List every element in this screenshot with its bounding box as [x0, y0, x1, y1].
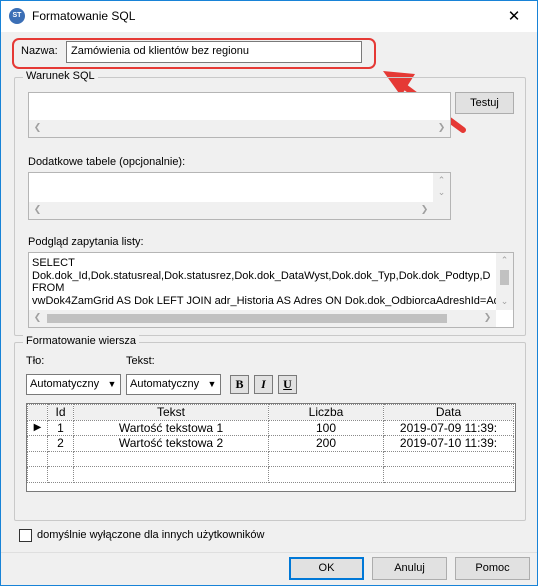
- title-bar[interactable]: ST Formatowanie SQL ✕: [1, 1, 537, 32]
- italic-button[interactable]: I: [254, 375, 273, 394]
- table-row[interactable]: 2 Wartość tekstowa 2 200 2019-07-10 11:3…: [27, 435, 514, 452]
- scroll-thumb[interactable]: [47, 314, 447, 323]
- button-bar: OK Anuluj Pomoc: [1, 552, 537, 585]
- preview-line: vwDok4ZamGrid AS Dok LEFT JOIN adr_Histo…: [32, 294, 502, 307]
- scroll-up-icon[interactable]: ⌃: [433, 175, 450, 186]
- cell-tekst[interactable]: Wartość tekstowa 2: [73, 435, 269, 452]
- row-indicator: [27, 435, 48, 452]
- text-color-label: Tekst:: [126, 355, 155, 367]
- cell-id[interactable]: 1: [47, 419, 74, 436]
- cell-liczba[interactable]: 200: [268, 435, 384, 452]
- help-button[interactable]: Pomoc: [455, 557, 530, 580]
- horizontal-scrollbar[interactable]: ❮ ❯: [29, 202, 450, 219]
- horizontal-scrollbar[interactable]: ❮ ❯: [29, 120, 450, 137]
- extra-tables-editor[interactable]: ⌃ ⌄ ❮ ❯: [28, 172, 451, 220]
- query-preview[interactable]: SELECT Dok.dok_Id,Dok.statusreal,Dok.sta…: [28, 252, 514, 328]
- query-preview-text: SELECT Dok.dok_Id,Dok.statusreal,Dok.sta…: [32, 257, 502, 307]
- table-row-empty: [27, 450, 514, 467]
- default-disabled-checkbox[interactable]: [19, 529, 32, 542]
- text-color-select[interactable]: Automatyczny ▼: [126, 374, 221, 395]
- chevron-down-icon[interactable]: ▼: [206, 378, 218, 391]
- background-label: Tło:: [26, 355, 45, 367]
- scroll-up-icon[interactable]: ⌃: [496, 255, 513, 266]
- scroll-thumb[interactable]: [500, 270, 509, 285]
- default-disabled-label[interactable]: domyślnie wyłączone dla innych użytkowni…: [37, 529, 264, 541]
- bold-button[interactable]: B: [230, 375, 249, 394]
- preview-line: Dok.dok_Id,Dok.statusreal,Dok.statusrez,…: [32, 269, 491, 282]
- preview-line: FROM: [32, 282, 65, 294]
- column-header-liczba[interactable]: Liczba: [268, 404, 384, 421]
- cell-data[interactable]: 2019-07-10 11:39:: [383, 435, 514, 452]
- background-color-value: Automatyczny: [30, 378, 100, 390]
- scroll-right-icon[interactable]: ❯: [416, 204, 433, 215]
- name-input[interactable]: Zamówienia od klientów bez regionu: [66, 41, 362, 63]
- cell-tekst[interactable]: Wartość tekstowa 1: [73, 419, 269, 436]
- text-color-value: Automatyczny: [130, 378, 200, 390]
- table-row-empty: [27, 466, 514, 483]
- preview-line: SELECT: [32, 257, 75, 269]
- vertical-scrollbar[interactable]: ⌃ ⌄: [496, 253, 513, 310]
- vertical-scrollbar[interactable]: ⌃ ⌄: [433, 173, 450, 202]
- column-header-id[interactable]: Id: [47, 404, 74, 421]
- scroll-left-icon[interactable]: ❮: [29, 204, 46, 215]
- cell-data[interactable]: 2019-07-09 11:39:: [383, 419, 514, 436]
- chevron-down-icon[interactable]: ▼: [106, 378, 118, 391]
- dialog-content: Nazwa: Zamówienia od klientów bez region…: [1, 32, 537, 585]
- table-header-row: Id Tekst Liczba Data: [27, 404, 514, 421]
- sql-condition-title: Warunek SQL: [23, 70, 98, 82]
- preview-label: Podgląd zapytania listy:: [28, 236, 144, 248]
- indicator-header: [27, 404, 48, 421]
- cancel-button[interactable]: Anuluj: [372, 557, 447, 580]
- column-header-tekst[interactable]: Tekst: [73, 404, 269, 421]
- name-label: Nazwa:: [21, 45, 58, 57]
- scroll-right-icon[interactable]: ❯: [479, 312, 496, 323]
- table-row[interactable]: ▶ 1 Wartość tekstowa 1 100 2019-07-09 11…: [27, 419, 514, 436]
- background-color-select[interactable]: Automatyczny ▼: [26, 374, 121, 395]
- close-button[interactable]: ✕: [491, 1, 537, 32]
- preview-table: Id Tekst Liczba Data ▶ 1 Wartość tekstow…: [27, 404, 514, 483]
- test-button[interactable]: Testuj: [455, 92, 514, 114]
- scroll-down-icon[interactable]: ⌄: [433, 187, 450, 198]
- preview-grid[interactable]: Id Tekst Liczba Data ▶ 1 Wartość tekstow…: [26, 403, 516, 492]
- scroll-left-icon[interactable]: ❮: [29, 122, 46, 133]
- sql-condition-editor[interactable]: ❮ ❯: [28, 92, 451, 138]
- app-icon: ST: [9, 8, 25, 24]
- cell-liczba[interactable]: 100: [268, 419, 384, 436]
- row-format-title: Formatowanie wiersza: [23, 335, 140, 347]
- scroll-down-icon[interactable]: ⌄: [496, 296, 513, 307]
- cell-id[interactable]: 2: [47, 435, 74, 452]
- dialog-window: ST Formatowanie SQL ✕ Nazwa: Zamówienia …: [0, 0, 538, 586]
- scroll-right-icon[interactable]: ❯: [433, 122, 450, 133]
- ok-button[interactable]: OK: [289, 557, 364, 580]
- column-header-data[interactable]: Data: [383, 404, 514, 421]
- horizontal-scrollbar[interactable]: ❮ ❯: [29, 310, 496, 327]
- window-title: Formatowanie SQL: [32, 9, 136, 23]
- row-indicator-icon: ▶: [27, 419, 48, 436]
- sql-condition-group: Warunek SQL ❮ ❯ Testuj Dodatkowe tabele …: [14, 70, 526, 336]
- scroll-left-icon[interactable]: ❮: [29, 312, 46, 323]
- underline-button[interactable]: U: [278, 375, 297, 394]
- extra-tables-label: Dodatkowe tabele (opcjonalnie):: [28, 156, 186, 168]
